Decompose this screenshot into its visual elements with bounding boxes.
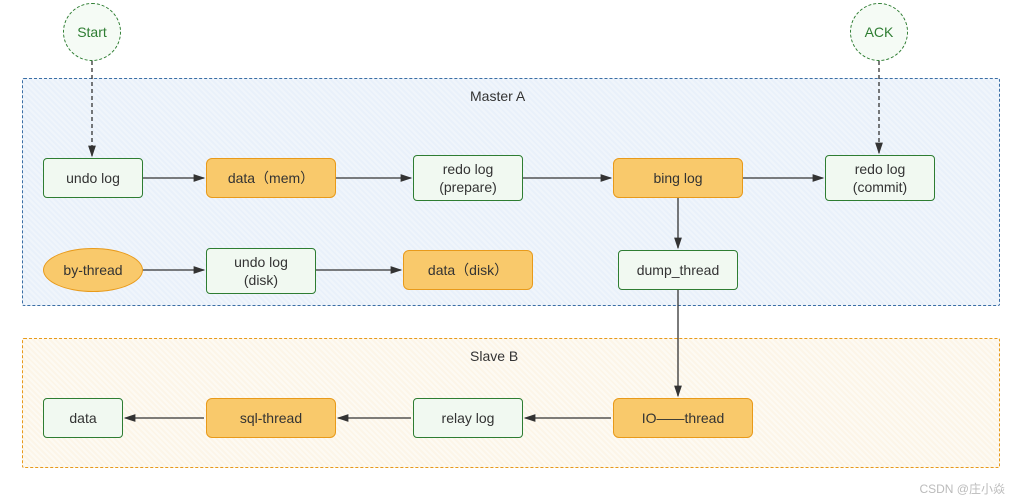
relay-log-label: relay log <box>442 409 495 427</box>
data-mem-label: data（mem） <box>228 169 314 187</box>
by-thread-ellipse: by-thread <box>43 248 143 292</box>
slave-label: Slave B <box>470 348 518 364</box>
redo-commit-box: redo log (commit) <box>825 155 935 201</box>
redo-prepare-box: redo log (prepare) <box>413 155 523 201</box>
sql-thread-label: sql-thread <box>240 409 302 427</box>
relay-log-box: relay log <box>413 398 523 438</box>
redo-prepare-label: redo log (prepare) <box>439 160 497 196</box>
start-label: Start <box>77 23 107 41</box>
data-disk-label: data（disk） <box>428 261 508 279</box>
data-box: data <box>43 398 123 438</box>
sql-thread-box: sql-thread <box>206 398 336 438</box>
io-thread-label: IO——thread <box>642 409 724 427</box>
dump-thread-label: dump_thread <box>637 261 720 279</box>
dump-thread-box: dump_thread <box>618 250 738 290</box>
undo-disk-box: undo log (disk) <box>206 248 316 294</box>
undo-log-label: undo log <box>66 169 120 187</box>
start-circle: Start <box>63 3 121 61</box>
data-label: data <box>69 409 96 427</box>
ack-label: ACK <box>865 23 894 41</box>
ack-circle: ACK <box>850 3 908 61</box>
data-disk-box: data（disk） <box>403 250 533 290</box>
bing-log-label: bing log <box>653 169 702 187</box>
master-label: Master A <box>470 88 525 104</box>
io-thread-box: IO——thread <box>613 398 753 438</box>
undo-disk-label: undo log (disk) <box>234 253 288 289</box>
data-mem-box: data（mem） <box>206 158 336 198</box>
redo-commit-label: redo log (commit) <box>853 160 907 196</box>
undo-log-box: undo log <box>43 158 143 198</box>
by-thread-label: by-thread <box>63 261 122 279</box>
watermark: CSDN @庄小焱 <box>919 480 1005 497</box>
bing-log-box: bing log <box>613 158 743 198</box>
